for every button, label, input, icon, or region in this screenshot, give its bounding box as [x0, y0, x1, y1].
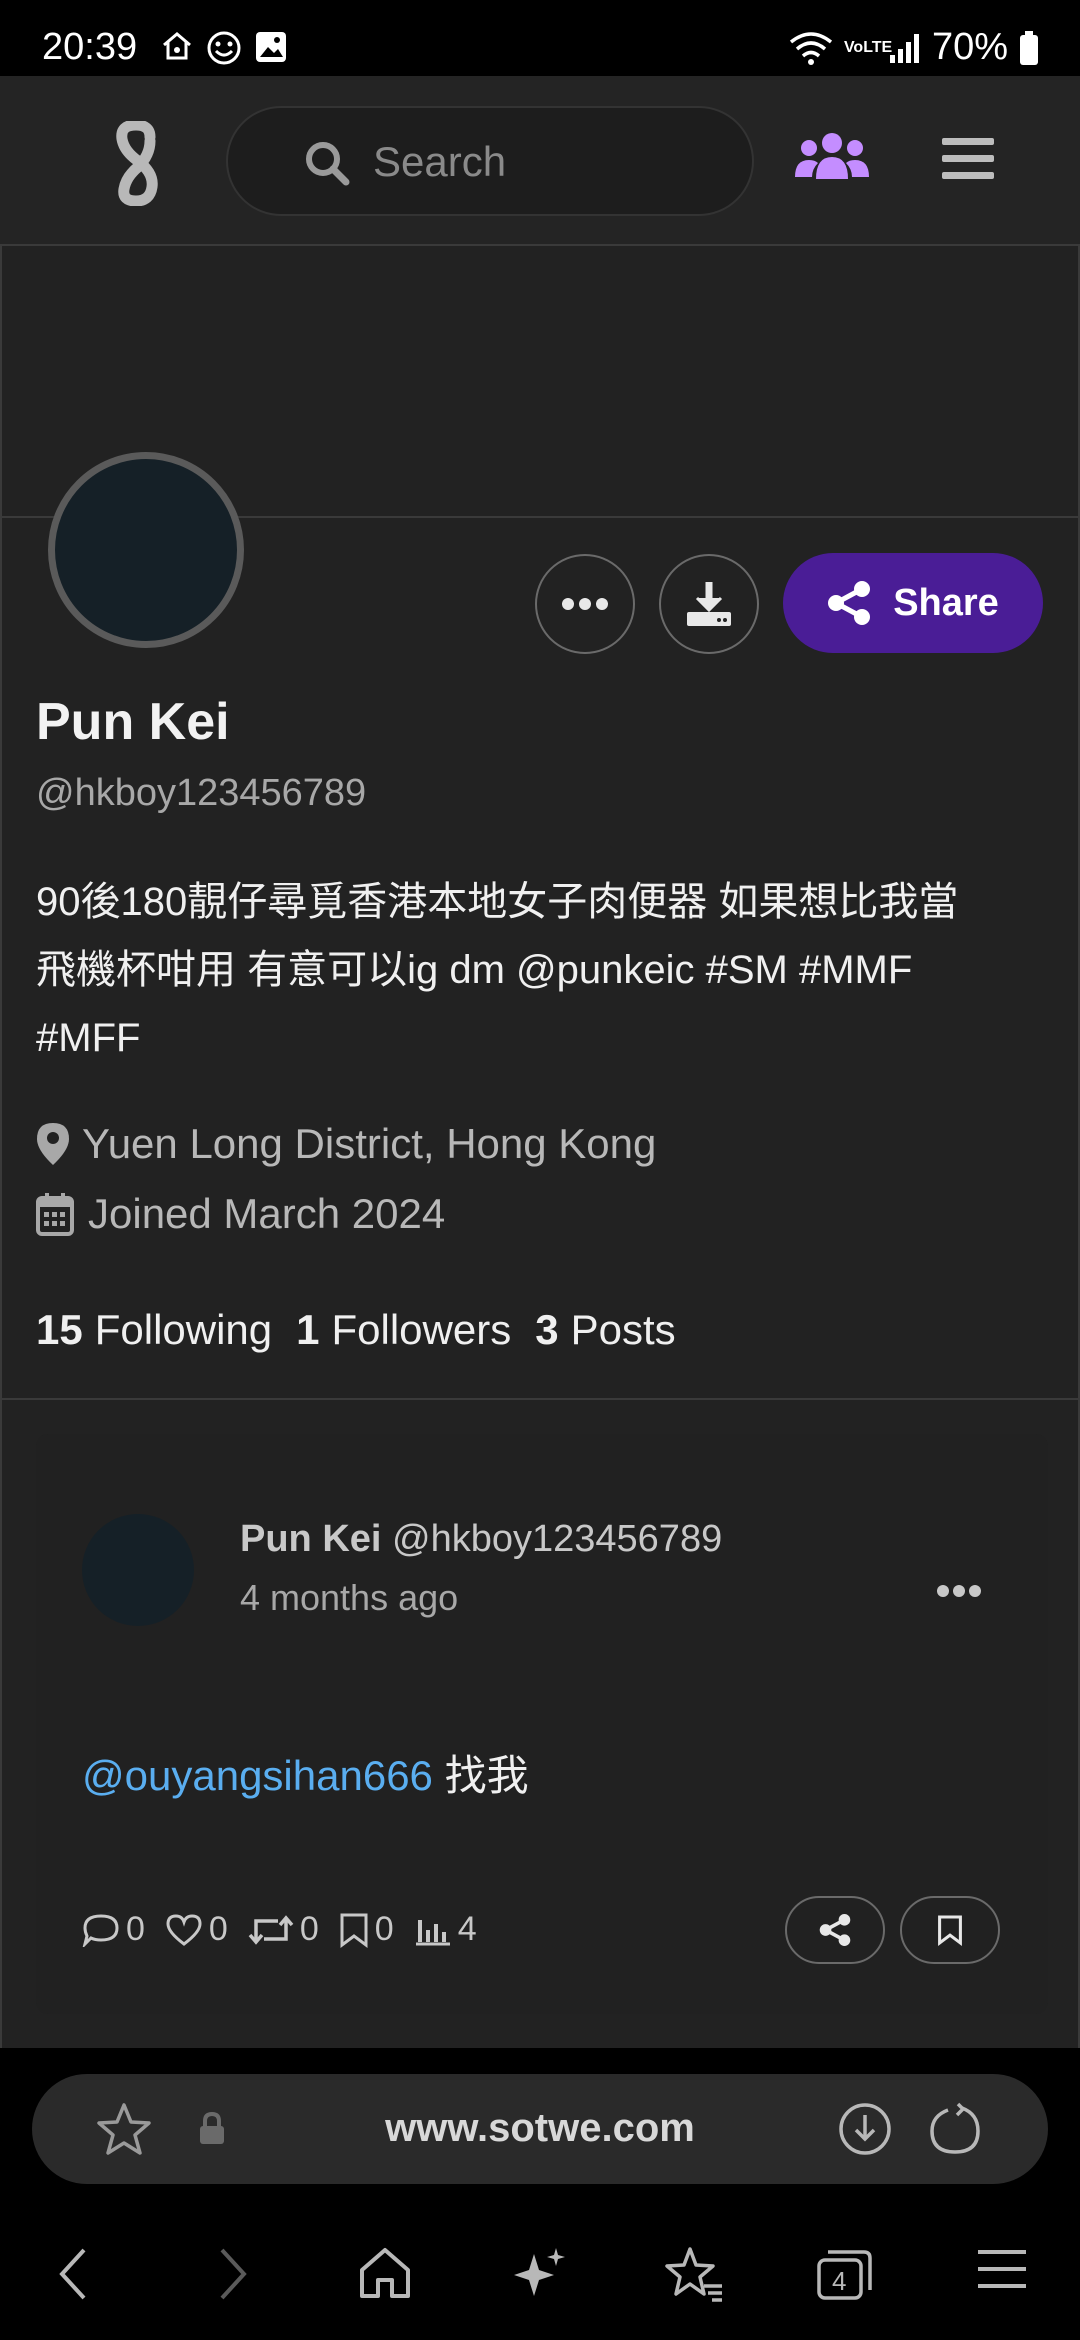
- posts-label: Posts: [570, 1306, 676, 1353]
- download-button[interactable]: [659, 554, 759, 654]
- post-author-name: Pun Kei: [240, 1518, 382, 1560]
- post-timestamp: 4 months ago: [240, 1577, 459, 1618]
- download-page-icon[interactable]: [838, 2102, 892, 2156]
- reload-icon[interactable]: [928, 2102, 982, 2156]
- posts-count: 3: [535, 1306, 559, 1353]
- hamburger-menu-icon[interactable]: [942, 136, 994, 182]
- post-mention-link[interactable]: @ouyangsihan666: [82, 1752, 433, 1799]
- profile-avatar[interactable]: [48, 452, 244, 648]
- bookmark-icon: [938, 1915, 962, 1947]
- site-header: Search: [0, 76, 1080, 246]
- retweet-count: 0: [299, 1910, 319, 1948]
- gallery-icon: [256, 32, 286, 62]
- bio-line: #MFF: [36, 1016, 141, 1060]
- retweet-action[interactable]: 0: [248, 1910, 319, 1949]
- post-bookmark-button[interactable]: [900, 1896, 1000, 1964]
- like-count: 0: [208, 1910, 228, 1948]
- share-button[interactable]: Share: [783, 553, 1043, 653]
- bookmark-icon: [340, 1913, 368, 1948]
- url-text[interactable]: www.sotwe.com: [32, 2106, 1048, 2151]
- analytics-icon: [415, 1919, 450, 1945]
- comment-icon: [82, 1913, 119, 1947]
- profile-joined: Joined March 2024: [36, 1190, 445, 1238]
- status-notification-icons: [160, 30, 288, 66]
- post-author[interactable]: Pun Kei @hkboy123456789: [240, 1518, 722, 1561]
- home-icon: [163, 32, 191, 60]
- profile-stats: 15 Following 1 Followers 3 Posts: [36, 1306, 676, 1354]
- profile-handle: @hkboy123456789: [36, 772, 367, 814]
- posts-feed: Pun Kei @hkboy123456789 4 months ago @ou…: [0, 1400, 1080, 2048]
- battery-icon: [1020, 30, 1038, 65]
- post-share-button[interactable]: [785, 1896, 885, 1964]
- forward-icon[interactable]: [216, 2246, 250, 2302]
- followers-label: Followers: [331, 1306, 512, 1353]
- share-icon: [828, 581, 871, 625]
- retweet-icon: [248, 1914, 294, 1945]
- following-count: 15: [36, 1306, 83, 1353]
- sotwe-logo-icon[interactable]: [108, 121, 168, 206]
- more-options-button[interactable]: [535, 554, 635, 654]
- location-text: Yuen Long District, Hong Kong: [82, 1120, 657, 1167]
- like-action[interactable]: 0: [165, 1910, 228, 1949]
- reply-count: 0: [126, 1910, 145, 1948]
- bio-line: 飛機杯咁用 有意可以ig dm @punkeic #SM #MMF: [36, 948, 913, 992]
- tabs-button[interactable]: 4: [816, 2246, 874, 2302]
- views-action: 4: [414, 1910, 477, 1949]
- calendar-icon: [36, 1193, 74, 1236]
- followers-link[interactable]: 1 Followers: [296, 1306, 511, 1354]
- status-bar: 20:39 VoLTE 70%: [0, 0, 1080, 76]
- reply-action[interactable]: 0: [82, 1910, 145, 1949]
- share-label: Share: [893, 581, 999, 624]
- following-link[interactable]: 15 Following: [36, 1306, 272, 1354]
- post-text: @ouyangsihan666 找我: [82, 1742, 529, 1803]
- wifi-icon: [789, 31, 833, 65]
- search-input[interactable]: Search: [226, 106, 754, 216]
- sparkle-icon[interactable]: [512, 2246, 568, 2302]
- post-author-avatar[interactable]: [82, 1514, 194, 1626]
- post-card[interactable]: Pun Kei @hkboy123456789 4 months ago @ou…: [36, 1434, 1048, 2014]
- back-icon[interactable]: [56, 2246, 90, 2302]
- post-body: 找我: [444, 1752, 529, 1799]
- profile-bio: 90後180靚仔尋覓香港本地女子肉便器 如果想比我當 飛機杯咁用 有意可以ig …: [36, 868, 1046, 1072]
- more-horizontal-icon: [562, 598, 608, 610]
- bookmark-action[interactable]: 0: [339, 1910, 394, 1949]
- search-placeholder: Search: [373, 138, 507, 185]
- address-bar[interactable]: www.sotwe.com: [32, 2074, 1048, 2184]
- status-time: 20:39: [42, 26, 138, 68]
- location-pin-icon: [37, 1123, 69, 1165]
- status-system-icons: VoLTE 70%: [788, 26, 1040, 69]
- people-icon[interactable]: [795, 131, 869, 181]
- post-more-icon[interactable]: [936, 1584, 982, 1598]
- followers-count: 1: [296, 1306, 320, 1353]
- profile-name: Pun Kei: [36, 693, 230, 751]
- tab-count: 4: [832, 2266, 847, 2296]
- signal-icon: [889, 33, 919, 63]
- share-icon: [819, 1914, 851, 1946]
- heart-icon: [166, 1913, 202, 1946]
- joined-text: Joined March 2024: [88, 1190, 446, 1237]
- smiley-icon: [207, 31, 241, 65]
- battery-percent: 70%: [931, 26, 1008, 68]
- download-icon: [687, 582, 731, 626]
- bio-line: 90後180靚仔尋覓香港本地女子肉便器 如果想比我當: [36, 880, 959, 924]
- profile-location: Yuen Long District, Hong Kong: [36, 1120, 656, 1168]
- posts-link[interactable]: 3 Posts: [535, 1306, 675, 1354]
- search-icon: [306, 142, 350, 186]
- bookmark-count: 0: [374, 1910, 394, 1948]
- post-action-bar: 0 0 0 0 4: [82, 1910, 477, 1949]
- views-count: 4: [457, 1910, 477, 1948]
- browser-nav-bar: 4: [0, 2224, 1080, 2340]
- home-nav-icon[interactable]: [358, 2246, 412, 2300]
- browser-bottom-bar: www.sotwe.com 4: [0, 2048, 1080, 2340]
- bookmarks-icon[interactable]: [664, 2246, 724, 2302]
- volte-label: VoLTE: [843, 38, 893, 56]
- browser-menu-icon[interactable]: [978, 2246, 1026, 2292]
- following-label: Following: [94, 1306, 273, 1353]
- post-author-handle: @hkboy123456789: [392, 1518, 723, 1560]
